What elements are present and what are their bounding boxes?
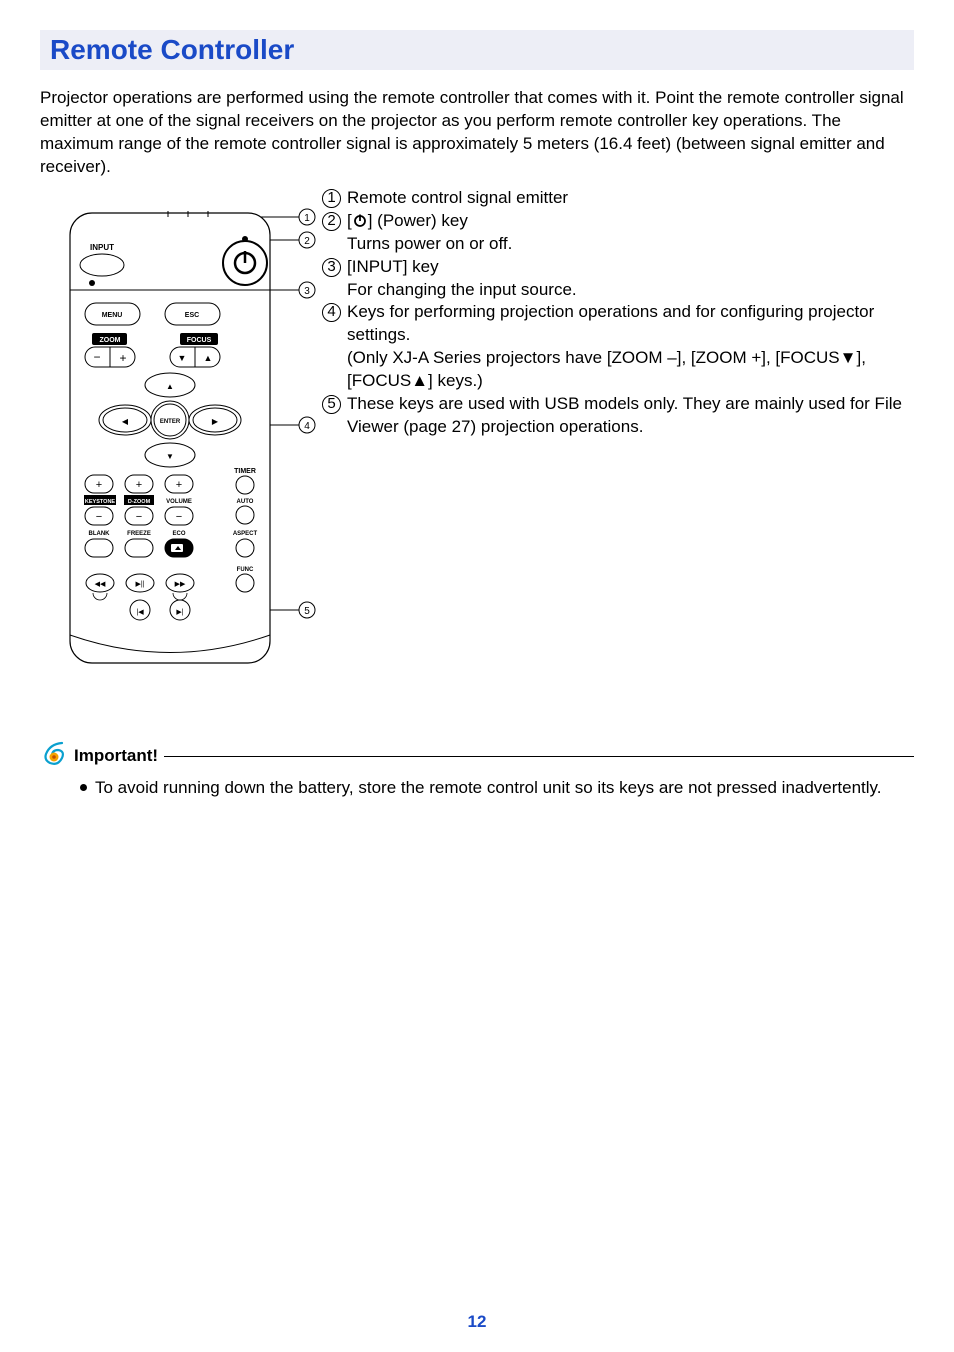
svg-text:BLANK: BLANK <box>89 531 111 537</box>
bullet-icon <box>80 784 87 791</box>
svg-text:▶||: ▶|| <box>135 581 144 588</box>
svg-text:−: − <box>96 511 102 523</box>
svg-text:−: − <box>176 511 182 523</box>
callout-1: 1 Remote control signal emitter <box>322 187 914 210</box>
remote-diagram: 1 2 3 4 5 INP <box>40 195 320 700</box>
svg-text:3: 3 <box>304 286 310 297</box>
svg-text:ENTER: ENTER <box>160 419 181 425</box>
svg-text:TIMER: TIMER <box>234 468 256 475</box>
svg-text:+: + <box>136 479 142 491</box>
callout-list: 1 Remote control signal emitter 2 [] (Po… <box>322 185 914 439</box>
important-label: Important! <box>74 746 158 766</box>
svg-text:ESC: ESC <box>185 312 199 319</box>
svg-text:−: − <box>136 511 142 523</box>
svg-text:▼: ▼ <box>178 353 187 363</box>
svg-text:ASPECT: ASPECT <box>233 531 258 537</box>
svg-text:INPUT: INPUT <box>90 243 114 252</box>
svg-text:|◀: |◀ <box>136 609 144 616</box>
svg-text:KEYSTONE: KEYSTONE <box>85 499 115 505</box>
svg-text:ZOOM: ZOOM <box>100 337 121 344</box>
svg-text:▶: ▶ <box>212 417 219 426</box>
svg-text:FOCUS: FOCUS <box>187 337 212 344</box>
intro-paragraph: Projector operations are performed using… <box>40 87 914 179</box>
callout-number-2: 2 <box>322 212 341 231</box>
power-icon <box>352 212 368 228</box>
callout-4: 4 Keys for performing projection operati… <box>322 301 914 393</box>
callout-3: 3 [INPUT] key For changing the input sou… <box>322 256 914 302</box>
svg-text:◀◀: ◀◀ <box>95 581 106 588</box>
svg-text:−: − <box>93 350 100 364</box>
svg-text:1: 1 <box>304 213 310 224</box>
callout-number-3: 3 <box>322 258 341 277</box>
svg-text:▶▶: ▶▶ <box>175 581 186 588</box>
callout-number-4: 4 <box>322 303 341 322</box>
svg-text:5: 5 <box>304 606 310 617</box>
svg-text:FUNC: FUNC <box>237 567 254 573</box>
svg-text:▶|: ▶| <box>176 609 183 616</box>
svg-text:ECO: ECO <box>172 531 185 537</box>
svg-text:MENU: MENU <box>102 312 123 319</box>
svg-text:D-ZOOM: D-ZOOM <box>128 499 151 505</box>
svg-text:4: 4 <box>304 421 310 432</box>
page-number: 12 <box>0 1312 954 1332</box>
svg-text:AUTO: AUTO <box>237 499 254 505</box>
callout-5: 5 These keys are used with USB models on… <box>322 393 914 439</box>
svg-text:+: + <box>176 479 182 491</box>
svg-text:◀: ◀ <box>122 417 129 426</box>
svg-text:2: 2 <box>304 236 310 247</box>
page-title: Remote Controller <box>50 34 904 66</box>
svg-text:+: + <box>96 479 102 491</box>
important-icon <box>40 740 68 773</box>
section-title-bar: Remote Controller <box>40 30 914 70</box>
svg-text:▼: ▼ <box>166 452 174 461</box>
callout-2: 2 [] (Power) key Turns power on or off. <box>322 210 914 256</box>
callout-number-1: 1 <box>322 189 341 208</box>
svg-text:+: + <box>119 351 126 365</box>
svg-text:▲: ▲ <box>166 382 174 391</box>
callout-number-5: 5 <box>322 395 341 414</box>
svg-text:FREEZE: FREEZE <box>127 531 151 537</box>
important-text: To avoid running down the battery, store… <box>95 777 882 800</box>
important-note: Important! To avoid running down the bat… <box>40 740 914 800</box>
divider <box>164 756 914 757</box>
svg-text:▲: ▲ <box>204 353 213 363</box>
svg-text:VOLUME: VOLUME <box>166 499 192 505</box>
